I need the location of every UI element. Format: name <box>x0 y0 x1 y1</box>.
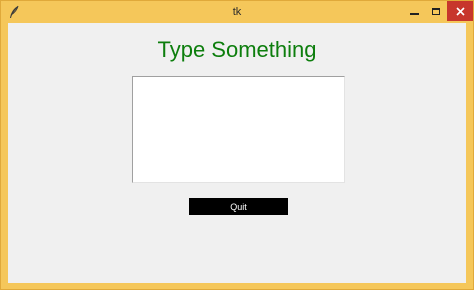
minimize-button[interactable] <box>403 1 425 21</box>
quit-button[interactable]: Quit <box>189 198 288 215</box>
close-button[interactable] <box>447 1 473 21</box>
maximize-button[interactable] <box>425 1 447 21</box>
minimize-icon <box>409 13 419 15</box>
app-window: tk Type Something Quit <box>0 0 474 290</box>
heading-label: Type Something <box>157 37 317 62</box>
close-icon <box>455 6 465 16</box>
client-area: Type Something Quit <box>8 23 466 283</box>
maximize-icon <box>432 7 440 15</box>
title-bar[interactable]: tk <box>1 1 473 23</box>
text-input-area[interactable] <box>132 76 345 183</box>
